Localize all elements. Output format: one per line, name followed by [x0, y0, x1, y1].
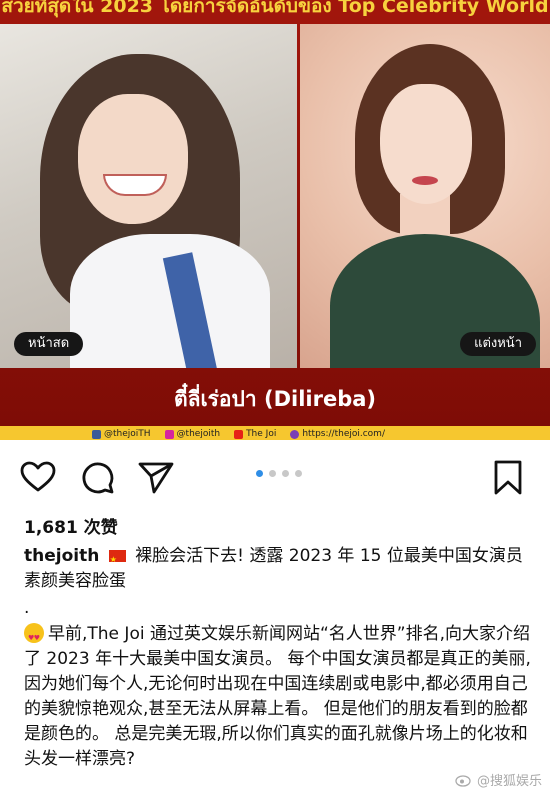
save-button[interactable]: [486, 456, 530, 500]
watermark: @搜狐娱乐: [455, 770, 542, 789]
username[interactable]: thejoith: [24, 546, 99, 566]
instagram-icon: [164, 429, 174, 439]
globe-icon: [290, 429, 300, 439]
caption-text: 裸脸会活下去! 透露 2023 年 15 位最美中国女演员素颜美容脸蛋: [24, 546, 523, 591]
youtube-handle: The Joi: [234, 429, 276, 439]
photo-with-makeup: [300, 24, 550, 368]
image-footer: @thejoiTH @thejoith The Joi https://thej…: [0, 426, 550, 440]
caption-body-text: 早前,The Joi 通过英文娱乐新闻网站“名人世界”排名,向大家介绍了 202…: [24, 624, 531, 769]
bookmark-icon: [494, 460, 522, 495]
facebook-handle: @thejoiTH: [92, 429, 151, 439]
carousel-dot: [269, 470, 276, 477]
comment-icon: [82, 462, 114, 494]
tag-no-makeup: หน้าสด: [14, 332, 84, 356]
weibo-icon: [455, 774, 471, 787]
like-button[interactable]: [16, 456, 60, 500]
carousel-dot: [256, 470, 263, 477]
china-flag-icon: [108, 547, 126, 572]
post-caption: thejoith 裸脸会活下去! 透露 2023 年 15 位最美中国女演员素颜…: [24, 544, 534, 594]
tag-makeup: แต่งหน้า: [460, 332, 536, 356]
image-headline: สวยที่สุดใน 2023 โดยการจัดอันดับของ Top …: [1, 0, 549, 17]
post-image[interactable]: สวยที่สุดใน 2023 โดยการจัดอันดับของ Top …: [0, 0, 550, 440]
website-link: https://thejoi.com/: [290, 429, 385, 439]
carousel-dot: [282, 470, 289, 477]
post-actions: [0, 456, 550, 500]
heart-eyes-emoji-icon: [24, 623, 44, 651]
likes-count[interactable]: 1,681 次赞: [24, 513, 118, 538]
share-button[interactable]: [134, 456, 178, 500]
youtube-icon: [234, 429, 244, 439]
name-caption: ตี๋ลี่เร่อปา (Dilireba): [173, 387, 377, 411]
caption-separator: .: [24, 598, 30, 618]
photo-no-makeup: [0, 24, 297, 368]
facebook-icon: [92, 429, 101, 439]
carousel-indicator: [256, 470, 302, 477]
caption-body: 早前,The Joi 通过英文娱乐新闻网站“名人世界”排名,向大家介绍了 202…: [24, 622, 534, 772]
carousel-dot: [295, 470, 302, 477]
send-icon: [138, 462, 174, 494]
heart-icon: [20, 461, 56, 492]
watermark-text: @搜狐娱乐: [476, 774, 542, 789]
instagram-handle: @thejoith: [164, 429, 220, 439]
comment-button[interactable]: [76, 456, 120, 500]
